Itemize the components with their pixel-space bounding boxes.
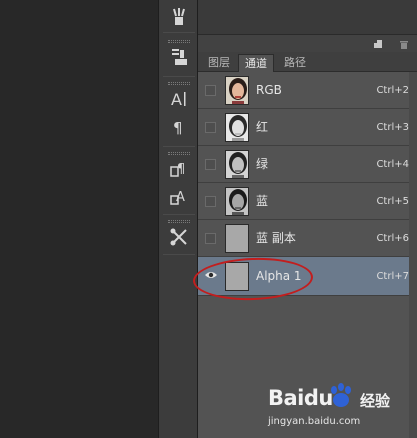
collapsed-panels-toolbar: A ¶ ¶ A: [158, 0, 198, 438]
channel-thumbnail: [225, 224, 249, 253]
watermark-suffix: 经验: [360, 392, 391, 410]
channel-shortcut: Ctrl+5: [376, 196, 409, 207]
visibility-toggle[interactable]: [205, 122, 216, 133]
baidu-jingyan-watermark: Baidu 经验 jingyan.baidu.com: [268, 382, 408, 432]
svg-text:A: A: [176, 190, 185, 205]
watermark-url: jingyan.baidu.com: [268, 416, 361, 427]
svg-text:¶: ¶: [177, 162, 185, 177]
character-styles-icon[interactable]: ¶: [167, 158, 191, 180]
panel-scrollbar[interactable]: [409, 72, 417, 438]
channel-shortcut: Ctrl+2: [376, 85, 409, 96]
channel-thumbnail: [225, 150, 249, 179]
channel-name: 绿: [256, 157, 269, 171]
paragraph-icon[interactable]: ¶: [167, 116, 191, 138]
channel-row-red[interactable]: 红 Ctrl+3: [198, 109, 417, 146]
tab-layers[interactable]: 图层: [202, 54, 236, 72]
panel-dock-bar: [198, 34, 417, 52]
channel-name: 红: [256, 120, 269, 134]
tab-paths[interactable]: 路径: [278, 54, 312, 72]
visibility-toggle[interactable]: [205, 159, 216, 170]
channel-thumbnail: [225, 262, 249, 291]
channel-name: 蓝 副本: [256, 231, 296, 245]
svg-text:A: A: [171, 90, 182, 109]
channel-row-green[interactable]: 绿 Ctrl+4: [198, 146, 417, 183]
tab-channels[interactable]: 通道: [238, 54, 274, 72]
tool-presets-icon[interactable]: [167, 226, 191, 248]
channel-name: 蓝: [256, 194, 269, 208]
visibility-toggle[interactable]: [205, 233, 216, 244]
brush-presets-icon[interactable]: [167, 6, 191, 28]
paw-icon: [331, 383, 351, 407]
watermark-logo: Baidu: [268, 386, 333, 410]
panel-header-area: [198, 0, 417, 34]
channel-thumbnail: [225, 187, 249, 216]
svg-text:¶: ¶: [173, 119, 183, 136]
eye-icon[interactable]: [204, 269, 218, 281]
canvas-area: [0, 0, 158, 438]
channel-row-alpha-1[interactable]: Alpha 1 Ctrl+7: [198, 257, 417, 296]
trash-icon[interactable]: [398, 38, 410, 50]
channel-shortcut: Ctrl+4: [376, 159, 409, 170]
channel-shortcut: Ctrl+7: [376, 271, 409, 282]
visibility-toggle[interactable]: [205, 85, 216, 96]
character-icon[interactable]: A: [167, 88, 191, 110]
channel-row-blue-copy[interactable]: 蓝 副本 Ctrl+6: [198, 220, 417, 257]
channel-thumbnail: [225, 76, 249, 105]
channel-shortcut: Ctrl+6: [376, 233, 409, 244]
channel-name: Alpha 1: [256, 269, 302, 283]
clone-source-icon[interactable]: [167, 46, 191, 68]
visibility-toggle[interactable]: [205, 196, 216, 207]
channel-row-rgb[interactable]: RGB Ctrl+2: [198, 72, 417, 109]
channel-shortcut: Ctrl+3: [376, 122, 409, 133]
panel-tabs: 图层 通道 路径: [198, 52, 417, 72]
new-channel-icon[interactable]: [372, 38, 384, 50]
paragraph-styles-icon[interactable]: A: [167, 186, 191, 208]
channel-row-blue[interactable]: 蓝 Ctrl+5: [198, 183, 417, 220]
channels-panel: 图层 通道 路径 RGB Ctrl+2 红 Ctrl+3 绿 Ctrl+4 蓝 …: [198, 0, 417, 438]
channel-name: RGB: [256, 83, 282, 97]
channel-thumbnail: [225, 113, 249, 142]
